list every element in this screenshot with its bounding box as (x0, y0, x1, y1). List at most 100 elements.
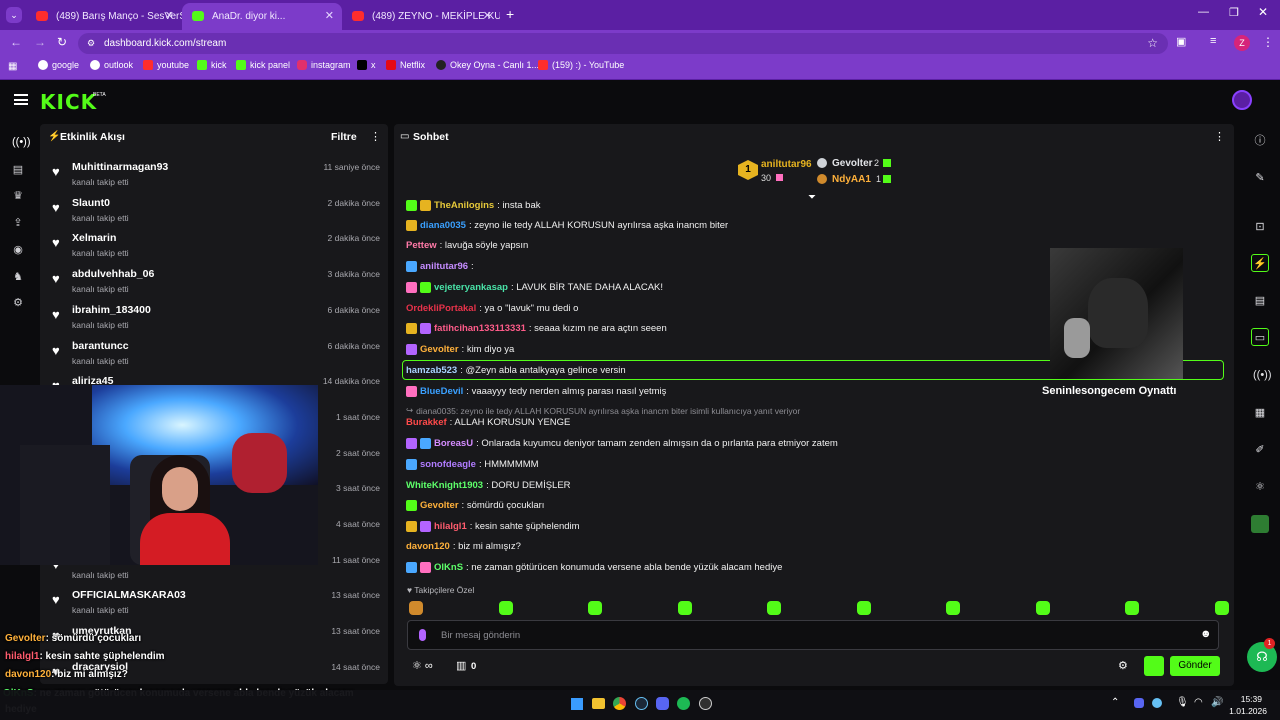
bookmark-google[interactable]: google (38, 60, 79, 70)
emote-icon[interactable] (1035, 601, 1050, 615)
wifi-icon[interactable]: ◠ (1194, 697, 1203, 708)
points-icon[interactable]: ⚛ ∞ (412, 659, 433, 672)
chat-settings-icon[interactable]: ⚙ (1118, 659, 1128, 672)
obs-icon[interactable] (699, 697, 712, 710)
user-avatar[interactable] (1232, 90, 1252, 110)
activity-item[interactable]: ♥ ibrahim_183400 kanalı takip etti 6 dakika… (40, 301, 388, 337)
activity-item[interactable]: ♥ OFFICIALMASKARA03 kanalı takip etti 13 sa… (40, 586, 388, 622)
minimize-icon[interactable]: — (1198, 6, 1209, 18)
wrench-icon[interactable]: ✐ (1253, 443, 1267, 457)
bookmark-x[interactable]: x (357, 60, 376, 70)
stream-icon[interactable]: ((•)) (12, 136, 31, 148)
browser-menu-icon[interactable]: ⋮ (1262, 35, 1274, 49)
apps-icon[interactable]: ▦ (8, 61, 17, 72)
chat-menu-icon[interactable]: ⋮ (1214, 130, 1225, 143)
chrome-icon[interactable] (613, 697, 626, 710)
send-button[interactable]: Gönder (1170, 656, 1220, 676)
chat-username[interactable]: BoreasU (434, 438, 473, 449)
edit-icon[interactable]: ✎ (1253, 171, 1267, 185)
chat-username[interactable]: OrdekliPortakal (406, 303, 476, 314)
bookmark-star-icon[interactable]: ☆ (1147, 33, 1158, 54)
close-tab-icon[interactable]: ✕ (325, 9, 334, 22)
message-input[interactable]: Bir mesaj gönderin ☻ (407, 620, 1219, 650)
extensions-icon[interactable]: ▣ (1176, 35, 1186, 48)
emote-icon[interactable] (409, 601, 423, 615)
activity-username[interactable]: abdulvehhab_06 (72, 268, 154, 280)
info-icon[interactable]: ⓘ (1253, 134, 1267, 148)
chat-username[interactable]: BlueDevil (420, 386, 463, 397)
activity-item[interactable]: ♥ Xelmarin kanalı takip etti 2 dakika önce (40, 229, 388, 265)
tray-chevron-icon[interactable]: ⌃ (1111, 697, 1119, 708)
hamburger-menu-icon[interactable] (14, 94, 28, 105)
trophy-icon[interactable]: ♛ (12, 190, 24, 202)
chat-username[interactable]: diana0035 (420, 220, 466, 231)
bookmark-youtube[interactable]: youtube (143, 60, 189, 70)
bookmark-instagram[interactable]: instagram (297, 60, 351, 70)
chat-username[interactable]: Pettew (406, 240, 437, 251)
spotify-icon[interactable] (677, 697, 690, 710)
now-playing-thumbnail[interactable] (1050, 248, 1183, 379)
chat-username[interactable]: fatihcihan133113331 (434, 323, 526, 334)
bookmark-okey[interactable]: Okey Oyna - Canlı 1... (436, 60, 539, 70)
chat-username[interactable]: sonofdeagle (420, 459, 476, 470)
activity-username[interactable]: barantuncc (72, 340, 129, 352)
kick-logo[interactable]: KICK (40, 90, 97, 114)
activity-item[interactable]: ♥ Slaunt0 kanalı takip etti 2 dakika önce (40, 194, 388, 230)
start-icon[interactable] (571, 698, 583, 710)
community-icon[interactable]: ♞ (12, 271, 24, 283)
broadcast-icon[interactable]: ((•)) (1253, 368, 1272, 382)
camera-icon[interactable]: ◉ (12, 244, 24, 256)
bookmark-netflix[interactable]: Netflix (386, 60, 425, 70)
activity-username[interactable]: Muhittinarmagan93 (72, 161, 168, 173)
activity-item[interactable]: ♥ barantuncc kanalı takip etti 6 dakika önc… (40, 337, 388, 373)
chat-username[interactable]: Burakkef (406, 417, 447, 428)
chat-username[interactable]: OlKnS (434, 562, 463, 573)
profile-avatar[interactable]: Z (1234, 35, 1250, 51)
activity-item[interactable]: ♥ Muhittinarmagan93 kanalı takip etti 11 sa… (40, 158, 388, 194)
media-icon[interactable]: ≡ (1210, 35, 1216, 47)
notes-icon[interactable]: ▤ (1253, 294, 1267, 308)
emote-icon[interactable] (677, 601, 692, 615)
forward-icon[interactable]: → (34, 35, 46, 49)
activity-username[interactable]: Xelmarin (72, 232, 116, 244)
bookmark-outlook[interactable]: outlook (90, 60, 133, 70)
chat-username[interactable]: hilalgl1 (434, 521, 467, 532)
chat-username[interactable]: vejeteryankasap (434, 282, 508, 293)
upload-icon[interactable]: ⇪ (12, 217, 24, 229)
browser-tab-3[interactable]: (489) ZEYNO - MEKİPLE KURAB ✕ (342, 3, 500, 30)
discord-icon[interactable] (656, 697, 669, 710)
file-explorer-icon[interactable] (592, 698, 605, 709)
clock-date[interactable]: 1.01.2026 (1227, 706, 1267, 716)
emote-icon[interactable] (1214, 601, 1229, 615)
bookmark-kick-panel[interactable]: kick panel (236, 60, 290, 70)
screenshot-icon[interactable]: ⊡ (1253, 220, 1267, 234)
emote-icon[interactable] (856, 601, 871, 615)
bookmark-kick[interactable]: kick (197, 60, 227, 70)
settings-icon[interactable]: ⚙ (12, 297, 24, 309)
activity-username[interactable]: OFFICIALMASKARA03 (72, 589, 186, 601)
integrations-icon[interactable]: ⚛ (1253, 480, 1267, 494)
leaderboard-first[interactable]: 1 (738, 160, 758, 180)
emoji-picker-icon[interactable]: ☻ (1200, 628, 1212, 640)
activity-username[interactable]: Slaunt0 (72, 197, 110, 209)
collapse-chevron-icon[interactable]: ⏷ (808, 192, 816, 203)
chat-username[interactable]: Gevolter (420, 344, 459, 355)
kick-store-icon[interactable] (1251, 515, 1269, 533)
back-icon[interactable]: ← (10, 35, 22, 49)
maximize-icon[interactable]: ❐ (1229, 6, 1239, 19)
clock-time[interactable]: 15:39 (1232, 694, 1262, 704)
close-window-icon[interactable]: ✕ (1258, 5, 1268, 19)
chat-username[interactable]: davon120 (406, 541, 450, 552)
chat-username[interactable]: aniltutar96 (420, 261, 468, 272)
chat-username[interactable]: TheAnilogins (434, 200, 494, 211)
steam-icon[interactable] (635, 697, 648, 710)
bookmark-youtube-2[interactable]: (159) :) - YouTube (538, 60, 624, 70)
close-tab-icon[interactable]: ✕ (165, 9, 174, 22)
close-tab-icon[interactable]: ✕ (483, 9, 492, 22)
activity-item[interactable]: ♥ abdulvehhab_06 kanalı takip etti 3 dakika… (40, 265, 388, 301)
tray-steam-icon[interactable] (1152, 698, 1162, 708)
filter-button[interactable]: Filtre (331, 131, 357, 143)
site-info-icon[interactable]: ⚙ (87, 33, 95, 54)
mic-icon[interactable] (419, 629, 426, 641)
volume-icon[interactable]: 🔊 (1211, 697, 1223, 708)
